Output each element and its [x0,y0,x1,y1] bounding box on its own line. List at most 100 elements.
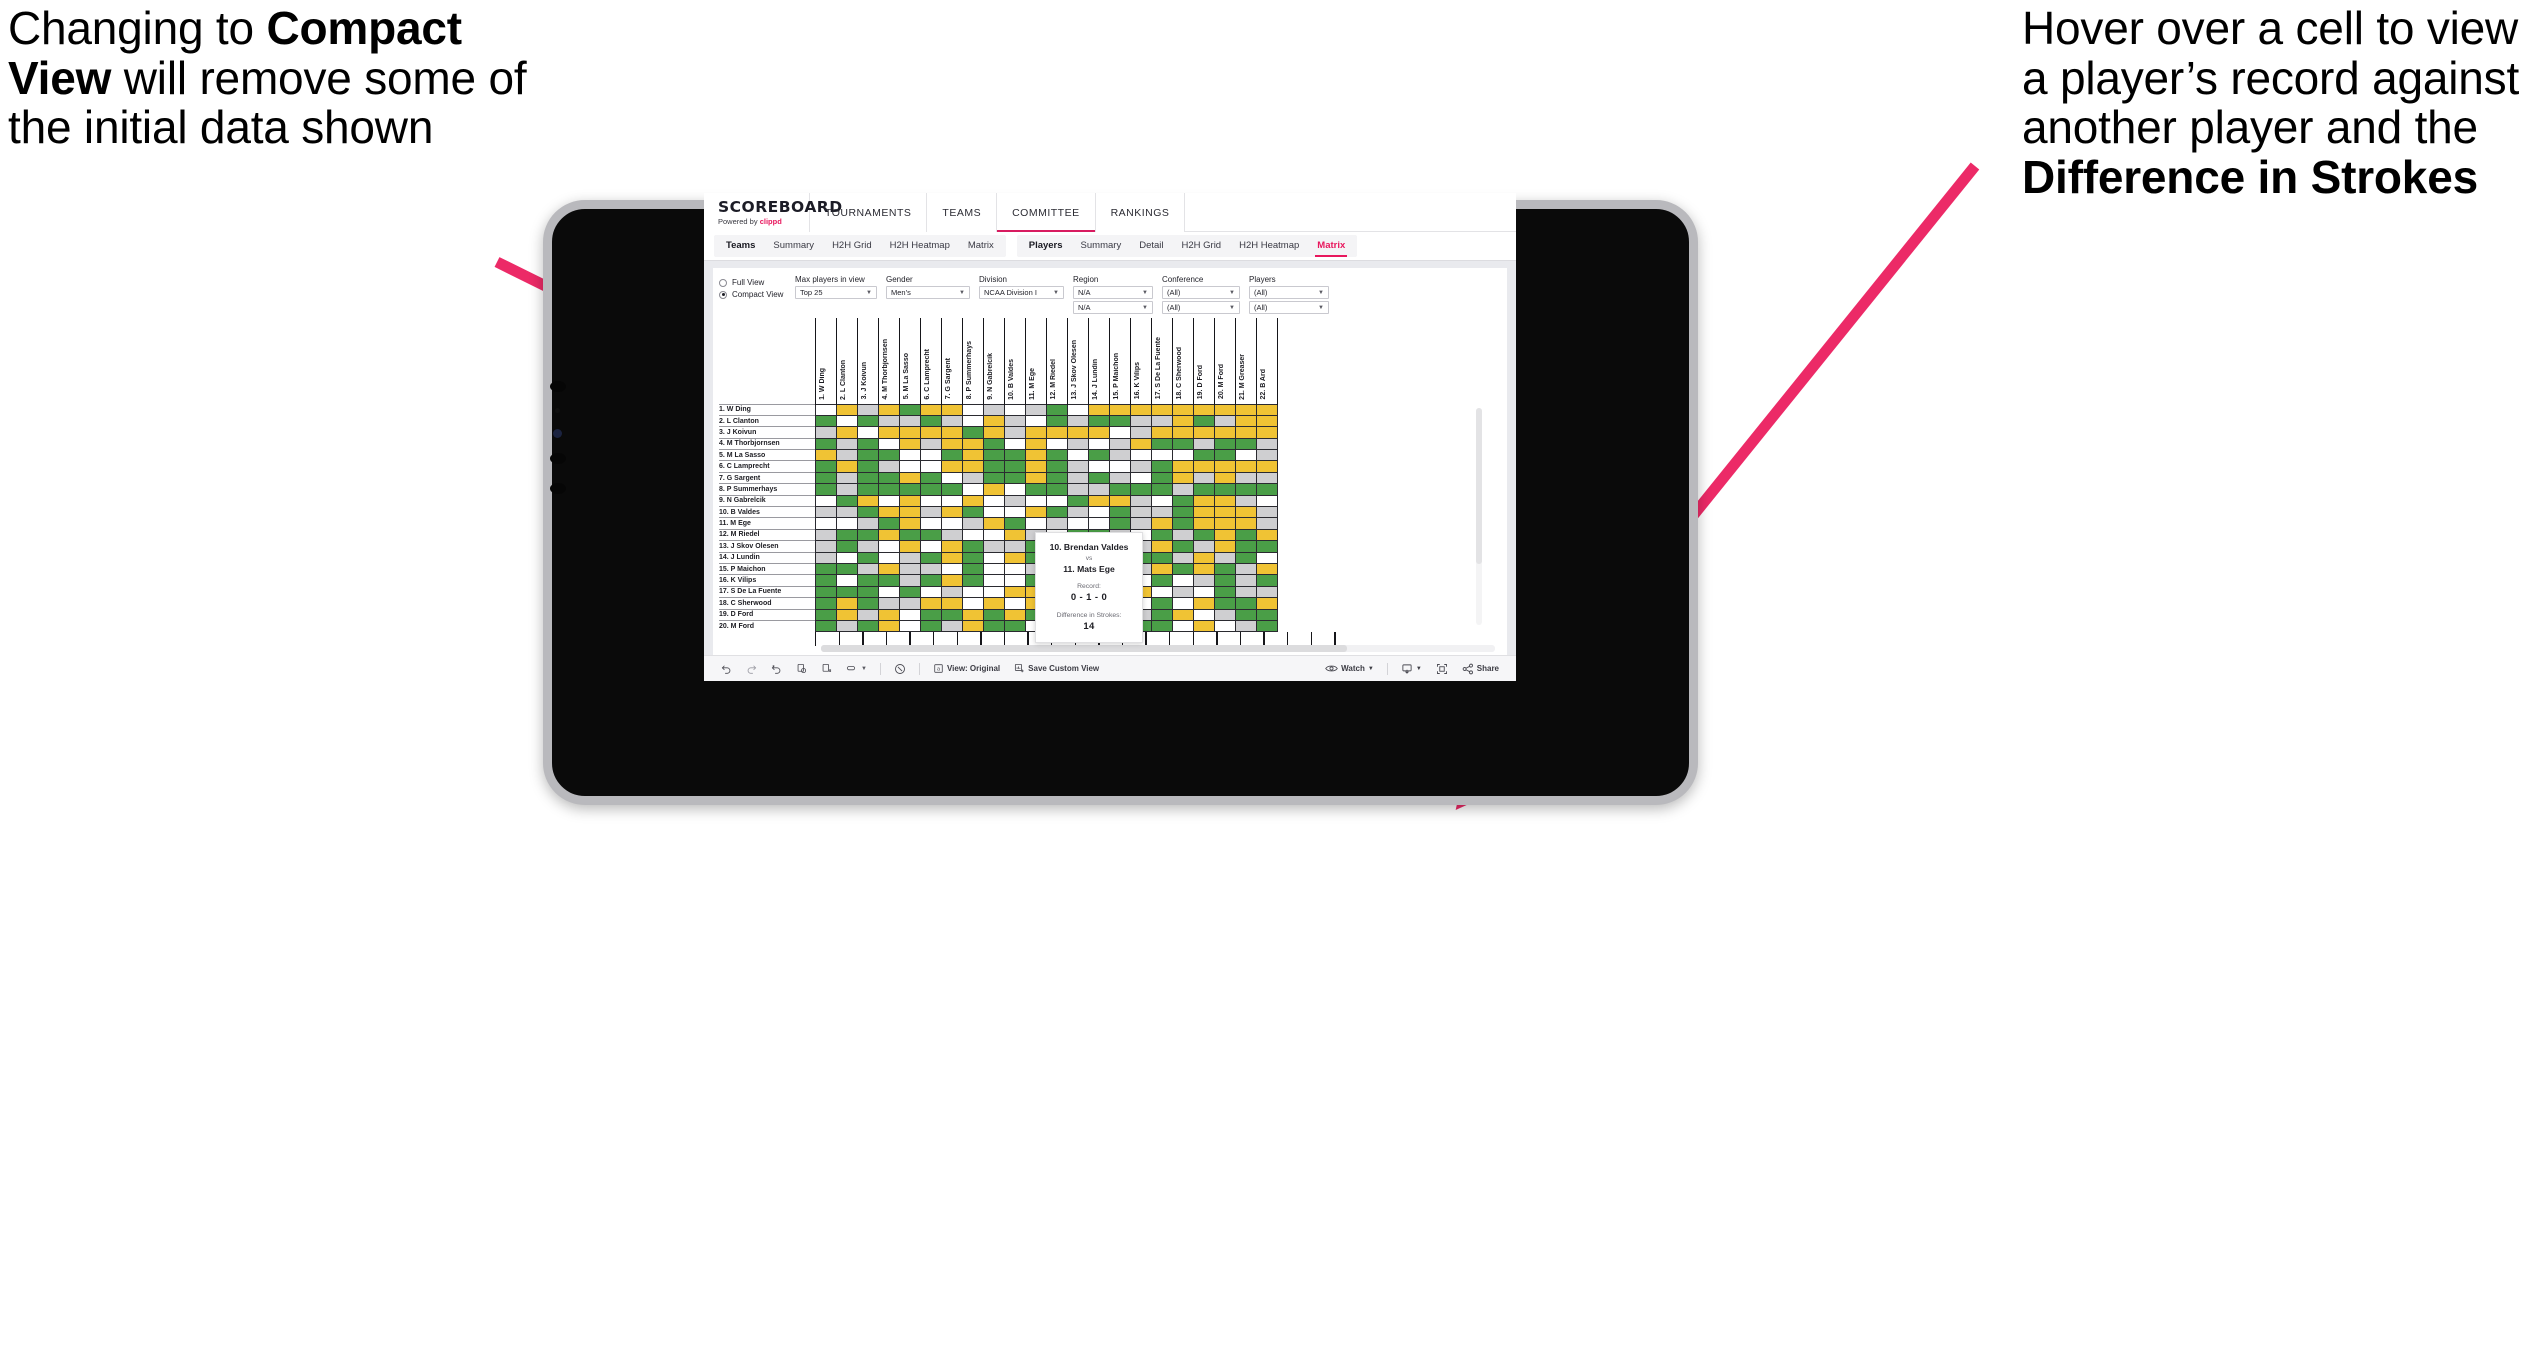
filter-select-division[interactable]: NCAA Division I ▼ [979,286,1064,299]
matrix-cell[interactable] [814,460,837,473]
matrix-cell[interactable] [1150,471,1173,485]
matrix-cell[interactable] [1255,528,1278,542]
matrix-cell[interactable] [1234,437,1257,451]
matrix-cell[interactable] [961,528,984,542]
matrix-cell[interactable] [961,619,984,633]
matrix-cell[interactable] [961,585,984,599]
matrix-cell[interactable] [1045,505,1068,519]
matrix-cell[interactable] [982,608,1005,621]
matrix-cell[interactable] [1066,403,1089,416]
vertical-scroll-thumb[interactable] [1476,408,1482,565]
matrix-body[interactable]: 1. W Ding 2. L Clanton 3. J Koivun 4. M Tho… [719,403,1278,633]
matrix-cell[interactable] [1255,517,1278,530]
matrix-cell[interactable] [898,494,921,508]
matrix-cell[interactable] [1255,471,1278,485]
matrix-cell[interactable] [856,483,879,496]
topnav-item-rankings[interactable]: RANKINGS [1096,193,1186,232]
matrix-cell[interactable] [1255,505,1278,519]
matrix-row[interactable]: 4. M Thorbjornsen [719,437,1278,451]
matrix-cell[interactable] [1066,437,1089,451]
revert-button[interactable] [764,663,789,674]
matrix-cell[interactable] [1108,483,1131,496]
topnav-item-teams[interactable]: TEAMS [927,193,998,232]
matrix-cell[interactable] [877,471,900,485]
matrix-cell[interactable] [835,608,858,621]
matrix-cell[interactable] [940,597,963,610]
matrix-cell[interactable] [1171,551,1194,564]
matrix-cell[interactable] [1150,483,1173,496]
matrix-cell[interactable] [898,597,921,610]
matrix-cell[interactable] [1171,403,1194,416]
matrix-cell[interactable] [1003,426,1026,439]
subnav-item-teams-summary[interactable]: Summary [764,235,823,257]
matrix-cell[interactable] [814,437,837,451]
matrix-cell[interactable] [1066,426,1089,439]
topnav-item-tournaments[interactable]: TOURNAMENTS [810,193,928,232]
matrix-cell[interactable] [919,517,942,530]
matrix-cell[interactable] [1003,562,1026,576]
matrix-cell[interactable] [1024,483,1047,496]
subnav-item-players-h2h-heatmap[interactable]: H2H Heatmap [1230,235,1308,257]
matrix-cell[interactable] [1045,517,1068,530]
matrix-cell[interactable] [1171,437,1194,451]
matrix-cell[interactable] [1255,619,1278,633]
matrix-cell[interactable] [1045,414,1068,428]
matrix-cell[interactable] [1003,414,1026,428]
matrix-cell[interactable] [1129,494,1152,508]
save-custom-view-button[interactable]: Save Custom View [1007,663,1106,674]
matrix-cell[interactable] [1150,505,1173,519]
matrix-cell[interactable] [1066,483,1089,496]
matrix-cell[interactable] [814,574,837,587]
matrix-cell[interactable] [919,540,942,553]
matrix-cell[interactable] [1213,471,1236,485]
matrix-cell[interactable] [1129,483,1152,496]
matrix-cell[interactable] [1234,471,1257,485]
matrix-cell[interactable] [898,426,921,439]
filter-select-players-1[interactable]: (All) ▼ [1249,286,1329,299]
matrix-cell[interactable] [1087,494,1110,508]
matrix-cell[interactable] [1066,414,1089,428]
matrix-cell[interactable] [1213,437,1236,451]
matrix-cell[interactable] [1192,494,1215,508]
matrix-cell[interactable] [856,574,879,587]
fullscreen-button[interactable] [1429,663,1455,675]
matrix-cell[interactable] [814,528,837,542]
matrix-cell[interactable] [982,403,1005,416]
matrix-cell[interactable] [898,528,921,542]
matrix-cell[interactable] [1213,597,1236,610]
matrix-row[interactable]: 15. P Maichon [719,562,1278,576]
matrix-cell[interactable] [1087,437,1110,451]
matrix-cell[interactable] [940,585,963,599]
filter-select-conference-1[interactable]: (All) ▼ [1162,286,1240,299]
matrix-cell[interactable] [1108,517,1131,530]
matrix-cell[interactable] [1129,426,1152,439]
matrix-cell[interactable] [856,517,879,530]
matrix-cell[interactable] [1171,597,1194,610]
matrix-cell[interactable] [982,460,1005,473]
matrix-cell[interactable] [1087,483,1110,496]
matrix-cell[interactable] [1024,403,1047,416]
matrix-cell[interactable] [1003,494,1026,508]
matrix-cell[interactable] [1234,483,1257,496]
matrix-cell[interactable] [1087,471,1110,485]
matrix-cell[interactable] [814,551,837,564]
matrix-cell[interactable] [1108,505,1131,519]
matrix-cell[interactable] [877,505,900,519]
subnav-item-teams-h2h-heatmap[interactable]: H2H Heatmap [881,235,959,257]
matrix-cell[interactable] [1255,494,1278,508]
matrix-cell[interactable] [1171,528,1194,542]
matrix-cell[interactable] [940,574,963,587]
matrix-cell[interactable] [1171,483,1194,496]
matrix-row[interactable]: 11. M Ege [719,517,1278,530]
matrix-cell[interactable] [1024,517,1047,530]
matrix-cell[interactable] [940,471,963,485]
radio-full-view[interactable]: Full View [719,278,795,287]
matrix-cell[interactable] [856,437,879,451]
matrix-cell[interactable] [1066,471,1089,485]
matrix-cell[interactable] [1003,437,1026,451]
matrix-cell[interactable] [1129,403,1152,416]
matrix-cell[interactable] [1213,574,1236,587]
matrix-cell[interactable] [1045,471,1068,485]
matrix-cell[interactable] [1171,574,1194,587]
matrix-cell[interactable] [877,494,900,508]
